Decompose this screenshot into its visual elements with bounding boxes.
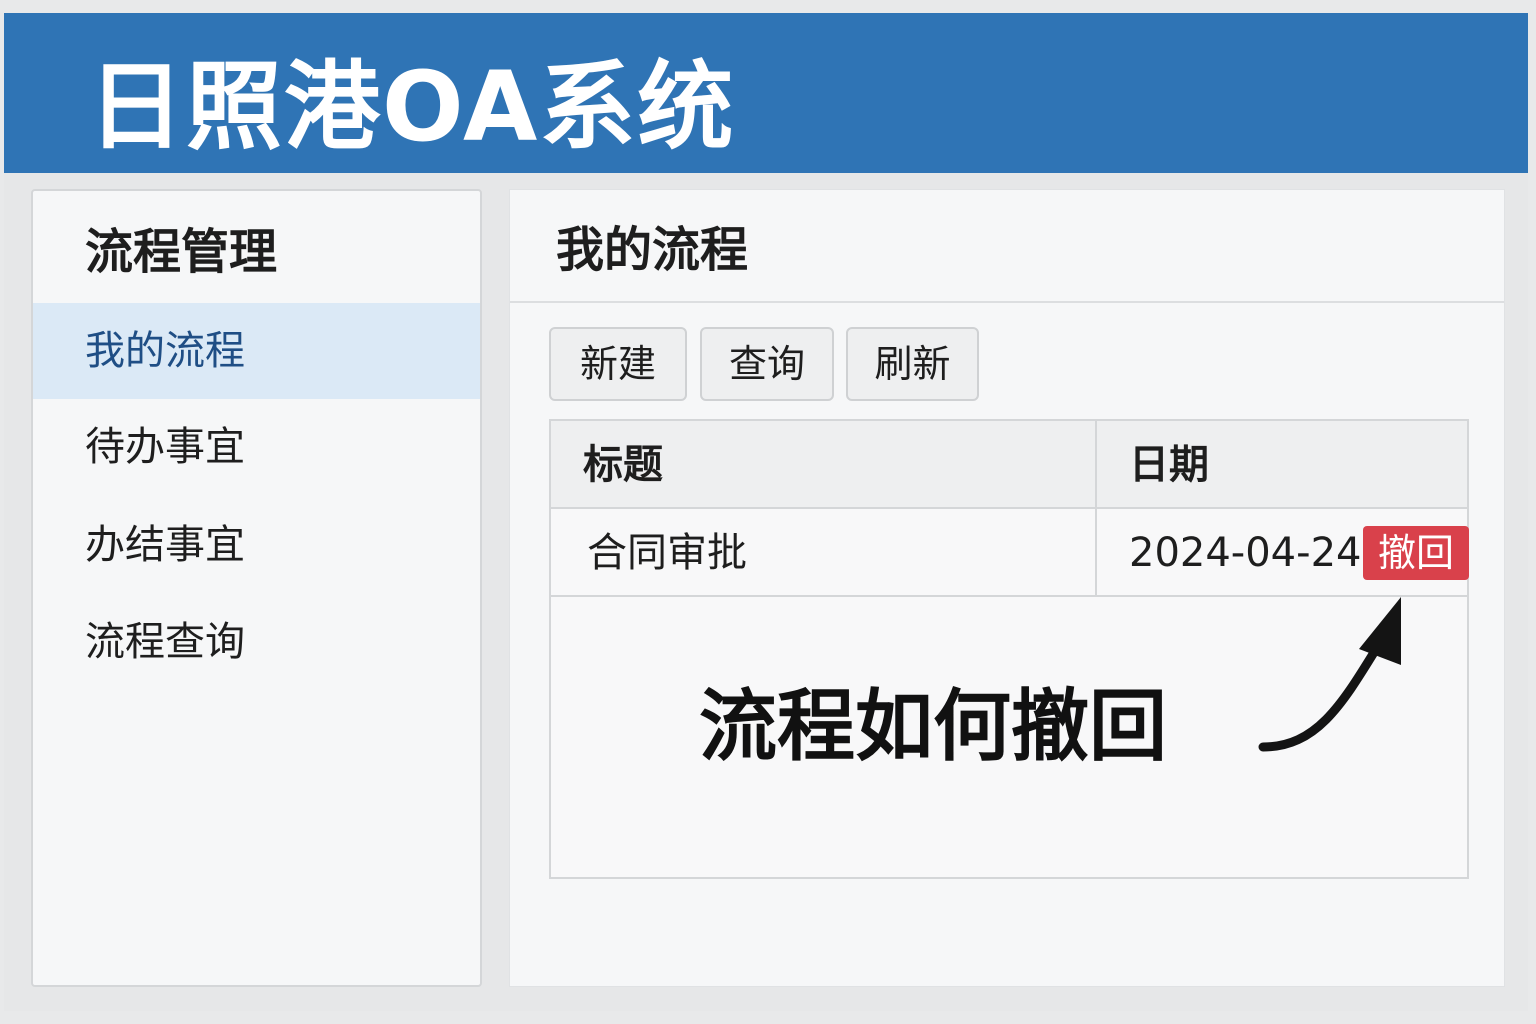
instruction-caption: 流程如何撤回 [699,682,1168,772]
sidebar-item-my-process[interactable]: 我的流程 [33,303,480,399]
title-divider [510,301,1504,303]
main-panel: 我的流程 新建 查询 刷新 标题 日期 合同审批 2024-04-24 撤回 流… [509,189,1505,987]
new-button[interactable]: 新建 [549,327,687,401]
column-divider [1095,421,1097,597]
app-header: 日照港OA系统 [4,13,1528,173]
curved-arrow-icon [1258,597,1401,752]
column-header-title: 标题 [583,442,663,488]
sidebar-item-done[interactable]: 办结事宜 [33,497,480,593]
sidebar-item-todo[interactable]: 待办事宜 [33,399,480,495]
sidebar: 流程管理 我的流程 待办事宜 办结事宜 流程查询 [31,189,482,987]
table-row[interactable]: 合同审批 2024-04-24 撤回 [551,509,1469,597]
table-header-row: 标题 日期 [551,421,1467,509]
row-date-cell: 2024-04-24 [1129,530,1362,576]
revoke-button[interactable]: 撤回 [1363,526,1469,580]
page-title: 我的流程 [556,222,749,278]
process-table: 标题 日期 合同审批 2024-04-24 撤回 流程如何撤回 [549,419,1469,879]
column-header-date: 日期 [1129,442,1209,488]
query-button[interactable]: 查询 [700,327,834,401]
sidebar-title: 流程管理 [85,224,278,280]
app-title: 日照港OA系统 [88,51,736,163]
refresh-button[interactable]: 刷新 [846,327,979,401]
sidebar-item-process-query[interactable]: 流程查询 [33,594,480,690]
row-title-cell[interactable]: 合同审批 [587,509,747,597]
